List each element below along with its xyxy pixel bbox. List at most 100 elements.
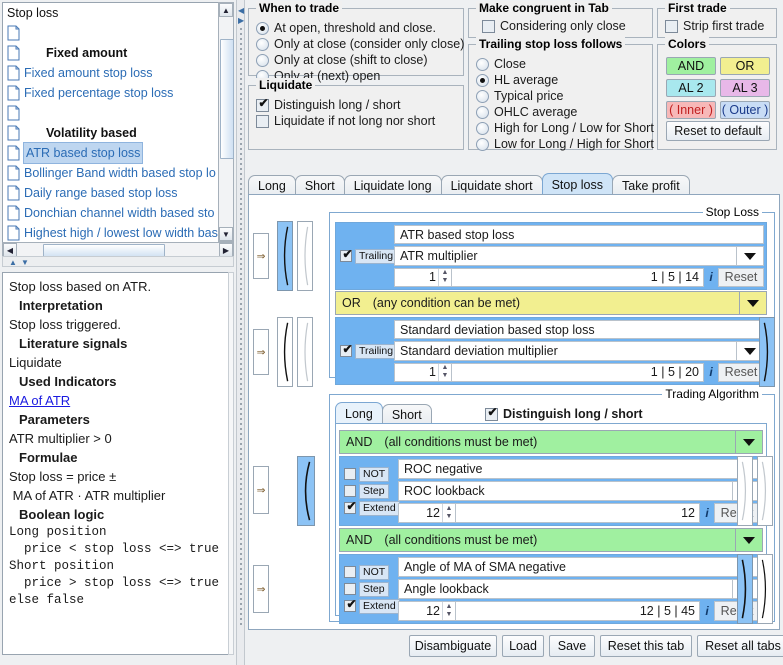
info-icon-alg-2[interactable]: i xyxy=(700,601,714,621)
checkbox-icon[interactable] xyxy=(482,19,495,33)
reset-button-1[interactable]: Reset xyxy=(718,267,764,287)
implies-box-sl-2[interactable]: ⇒ xyxy=(253,329,269,375)
condition-flag[interactable]: Step xyxy=(344,483,389,499)
condition-flags-alg-2[interactable]: NOTStepExtend xyxy=(340,555,402,623)
radio-icon[interactable] xyxy=(476,73,489,87)
condition-flag[interactable]: NOT xyxy=(344,564,390,580)
open-paren-sl-2-outer[interactable] xyxy=(297,317,313,387)
condition-flag[interactable]: Extend xyxy=(344,500,400,516)
horizontal-splitter[interactable]: ▲ ▼ xyxy=(2,256,234,267)
reset-button-2[interactable]: Reset xyxy=(718,362,764,382)
parameter-select-1[interactable]: ATR multiplier xyxy=(394,246,764,266)
algorithm-condition-1[interactable]: NOTStepExtend ROC negative ROC lookback … xyxy=(339,456,763,526)
open-paren-sl-2[interactable] xyxy=(277,317,293,387)
tree-item-row[interactable] xyxy=(3,23,219,43)
open-paren-alg-1-selected[interactable] xyxy=(297,456,315,526)
scroll-left-arrow[interactable]: ◀ xyxy=(3,243,17,257)
algorithm-operator-and-2[interactable]: AND (all conditions must be met) xyxy=(339,528,763,552)
implies-box-alg-1[interactable]: ⇒ xyxy=(253,466,269,514)
spinner-arrows-icon[interactable]: ▲ ▼ xyxy=(438,363,451,381)
open-paren-sl-1-selected[interactable] xyxy=(277,221,293,291)
trailing-checkbox-1[interactable]: Trailing xyxy=(340,248,398,264)
checkbox-icon[interactable] xyxy=(344,583,356,595)
checkbox-icon[interactable] xyxy=(344,598,358,612)
tree-item-row[interactable]: Fixed amount stop loss xyxy=(3,63,219,83)
algorithm-tab[interactable]: Long xyxy=(335,402,383,424)
condition-flag[interactable]: NOT xyxy=(344,466,390,482)
scroll-down-arrow[interactable]: ▼ xyxy=(219,227,233,241)
vertical-splitter[interactable]: ◀ ▶ xyxy=(236,0,245,665)
main-tab[interactable]: Take profit xyxy=(612,175,690,195)
reset-to-default-button[interactable]: Reset to default xyxy=(666,121,770,141)
scroll-right-arrow[interactable]: ▶ xyxy=(219,243,233,257)
trailing-checkbox-2[interactable]: Trailing xyxy=(340,343,398,359)
value-spinner-alg-2[interactable]: 12 ▲ ▼ xyxy=(398,601,456,621)
color-swatch-button[interactable]: ( Inner ) xyxy=(666,101,716,119)
condition-flags-1[interactable]: Trailing xyxy=(336,223,398,289)
close-paren-alg-2-selected[interactable] xyxy=(737,554,753,624)
bottom-button[interactable]: Reset all tabs xyxy=(697,635,783,657)
algorithm-operator-and-1[interactable]: AND (all conditions must be met) xyxy=(339,430,763,454)
info-icon-1[interactable]: i xyxy=(704,268,718,287)
description-line[interactable]: MA of ATR xyxy=(9,391,227,410)
bottom-button[interactable]: Reset this tab xyxy=(600,635,692,657)
algorithm-condition-2[interactable]: NOTStepExtend Angle of MA of SMA negativ… xyxy=(339,554,763,624)
tree-vertical-scrollbar[interactable]: ▲ ▼ xyxy=(218,2,234,242)
color-swatch-button[interactable]: AL 3 xyxy=(720,79,770,97)
condition-name-alg-1[interactable]: ROC negative xyxy=(398,459,760,479)
condition-name-2[interactable]: Standard deviation based stop loss xyxy=(394,320,764,340)
tree-item-row[interactable]: Highest high / lowest low width bas xyxy=(3,223,219,243)
spinner-arrows-icon[interactable]: ▲ ▼ xyxy=(442,602,455,620)
condition-name-alg-2[interactable]: Angle of MA of SMA negative xyxy=(398,557,760,577)
value-spinner-alg-1[interactable]: 12 ▲ ▼ xyxy=(398,503,456,523)
close-paren-alg-2-outer[interactable] xyxy=(757,554,773,624)
checkbox-icon[interactable] xyxy=(256,97,270,112)
close-paren-alg-1-inner[interactable] xyxy=(737,456,753,526)
condition-flag[interactable]: Extend xyxy=(344,598,400,614)
checkbox-icon[interactable] xyxy=(344,566,356,578)
scroll-up-arrow[interactable]: ▲ xyxy=(219,3,233,17)
main-tab[interactable]: Long xyxy=(248,175,296,195)
bottom-button[interactable]: Load xyxy=(502,635,544,657)
info-icon-alg-1[interactable]: i xyxy=(700,503,714,523)
trailing-follows-option[interactable]: HL average xyxy=(476,72,649,88)
trailing-follows-option[interactable]: OHLC average xyxy=(476,104,649,120)
parameter-select-2[interactable]: Standard deviation multiplier xyxy=(394,341,764,361)
chevron-down-icon[interactable] xyxy=(735,431,762,453)
when-to-trade-option[interactable]: At open, threshold and close. xyxy=(256,20,460,36)
splitter-right-icon[interactable]: ▶ xyxy=(238,16,244,25)
radio-icon[interactable] xyxy=(476,89,489,103)
tree-item-row[interactable]: Bollinger Band width based stop lo xyxy=(3,163,219,183)
color-swatch-button[interactable]: AND xyxy=(666,57,716,75)
checkbox-icon[interactable] xyxy=(344,500,358,514)
make-congruent-option[interactable]: Considering only close xyxy=(482,18,649,34)
chevron-down-icon[interactable] xyxy=(739,292,766,314)
checkbox-icon[interactable] xyxy=(485,406,499,421)
radio-icon[interactable] xyxy=(256,53,269,67)
splitter-left-icon[interactable]: ◀ xyxy=(238,6,244,15)
tree-header-row[interactable]: Fixed amount xyxy=(3,43,219,63)
checkbox-icon[interactable] xyxy=(665,19,678,33)
tree-item-row[interactable] xyxy=(3,103,219,123)
tree-item-row[interactable]: Daily range based stop loss xyxy=(3,183,219,203)
chevron-down-icon[interactable] xyxy=(735,529,762,551)
color-swatch-button[interactable]: AL 2 xyxy=(666,79,716,97)
trailing-follows-option[interactable]: Typical price xyxy=(476,88,649,104)
open-paren-sl-1-outer[interactable] xyxy=(297,221,313,291)
splitter-up-icon[interactable]: ▲ xyxy=(9,258,17,267)
tree-header-row[interactable]: Volatility based xyxy=(3,123,219,143)
condition-flags-2[interactable]: Trailing xyxy=(336,318,398,384)
spinner-arrows-icon[interactable]: ▲ ▼ xyxy=(438,268,451,286)
radio-icon[interactable] xyxy=(476,105,489,119)
bottom-button[interactable]: Save xyxy=(549,635,595,657)
first-trade-option[interactable]: Strip first trade xyxy=(665,18,773,34)
trailing-follows-option[interactable]: High for Long / Low for Short xyxy=(476,120,654,136)
bottom-button[interactable]: Disambiguate xyxy=(409,635,497,657)
checkbox-icon[interactable] xyxy=(256,114,269,128)
checkbox-icon[interactable] xyxy=(340,343,354,357)
algorithm-tab[interactable]: Short xyxy=(381,404,432,424)
stop-loss-operator-or[interactable]: OR (any condition can be met) xyxy=(335,291,767,315)
checkbox-icon[interactable] xyxy=(344,468,356,480)
color-swatch-button[interactable]: ( Outer ) xyxy=(720,101,770,119)
condition-flag[interactable]: Step xyxy=(344,581,389,597)
